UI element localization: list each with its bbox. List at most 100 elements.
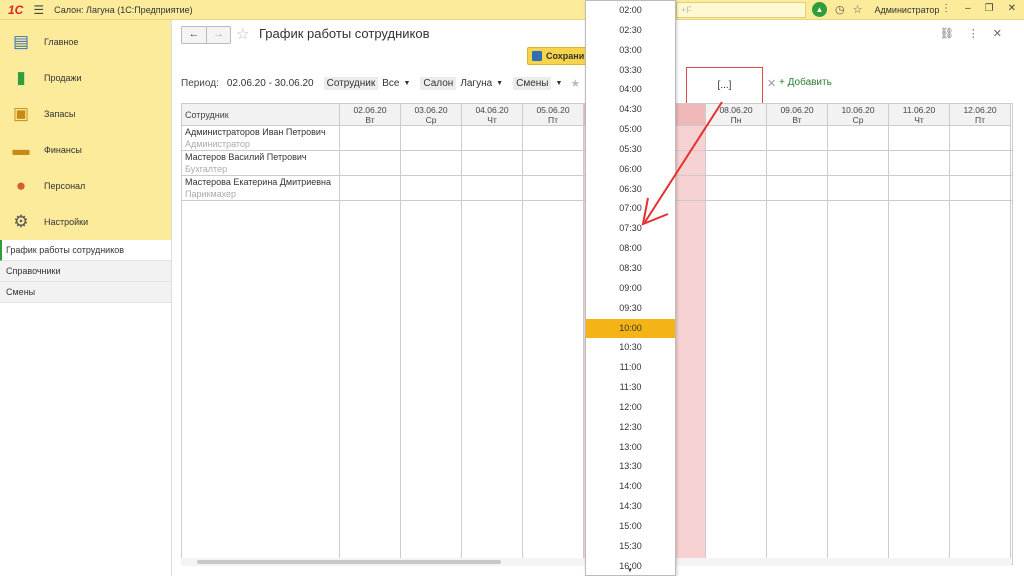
time-option[interactable]: 10:00 <box>586 318 675 339</box>
day-column[interactable]: 03.06.20 Ср <box>401 104 462 564</box>
hamburger-icon[interactable]: ☰ <box>33 3 44 17</box>
section-1[interactable]: ▤ Главное <box>0 24 171 60</box>
time-option[interactable]: 05:30 <box>586 140 675 160</box>
time-option[interactable]: 03:00 <box>586 41 675 61</box>
time-option[interactable]: 13:30 <box>586 457 675 477</box>
time-option[interactable]: 06:30 <box>586 180 675 200</box>
day-header[interactable]: 12.06.20 Пт <box>950 104 1010 126</box>
employee-filter-value[interactable]: Все <box>382 78 399 89</box>
time-option[interactable]: 09:30 <box>586 299 675 319</box>
section-4[interactable]: ▬ Финансы <box>0 132 171 168</box>
day-column[interactable]: 11.06.20 Чт <box>889 104 950 564</box>
time-option[interactable]: 11:00 <box>586 358 675 378</box>
save-button[interactable]: Сохрани <box>527 47 587 65</box>
section-panel: ▤ Главное ▮ Продажи ▣ Запасы ▬ Финансы ● Персонал… <box>0 20 171 240</box>
time-option[interactable]: 07:30 <box>586 219 675 239</box>
day-header[interactable]: 11.06.20 Чт <box>889 104 949 126</box>
time-option[interactable]: 15:30 <box>586 537 675 557</box>
time-option[interactable]: 06:00 <box>586 160 675 180</box>
scrollbar-thumb[interactable] <box>197 560 501 564</box>
day-header[interactable]: 09.06.20 Вт <box>767 104 827 126</box>
day-column[interactable]: 08.06.20 Пн <box>706 104 767 564</box>
day-column[interactable]: 05.06.20 Пт <box>523 104 584 564</box>
time-option[interactable]: 04:00 <box>586 80 675 100</box>
day-weekday: Вт <box>365 115 375 125</box>
time-option[interactable]: 14:30 <box>586 497 675 517</box>
employee-header[interactable]: Сотрудник <box>182 104 340 126</box>
day-column[interactable]: 04.06.20 Чт <box>462 104 523 564</box>
time-option[interactable]: 08:00 <box>586 239 675 259</box>
time-option[interactable]: 05:00 <box>586 120 675 140</box>
time-option[interactable]: 02:00 <box>586 1 675 21</box>
time-option[interactable]: 02:30 <box>586 21 675 41</box>
time-option[interactable]: 12:00 <box>586 398 675 418</box>
time-option[interactable]: 13:00 <box>586 438 675 458</box>
employee-name: Мастерова Екатерина Дмитриевна <box>185 177 332 187</box>
day-header[interactable]: 04.06.20 Чт <box>462 104 522 126</box>
clear-icon[interactable]: ✕ <box>767 77 776 90</box>
day-header[interactable]: 10.06.20 Ср <box>828 104 888 126</box>
section-3[interactable]: ▣ Запасы <box>0 96 171 132</box>
section-label: Финансы <box>44 145 82 155</box>
section-2[interactable]: ▮ Продажи <box>0 60 171 96</box>
day-header[interactable]: 05.06.20 Пт <box>523 104 583 126</box>
notification-icon[interactable]: ▲ <box>812 2 827 17</box>
nav-item[interactable]: Смены <box>0 282 171 303</box>
chevron-down-icon[interactable]: ▼ <box>496 80 503 87</box>
time-option[interactable]: 08:30 <box>586 259 675 279</box>
time-option[interactable]: 04:30 <box>586 100 675 120</box>
more-icon[interactable]: ⋮ <box>968 27 979 40</box>
star-icon[interactable]: ★ <box>570 77 580 90</box>
close-icon[interactable]: ✕ <box>1008 3 1016 14</box>
shift-time-field[interactable]: [...] <box>686 67 763 104</box>
employee-name: Администраторов Иван Петрович <box>185 127 326 137</box>
salon-filter-label: Салон <box>420 77 457 90</box>
chevron-down-icon[interactable]: ▼ <box>555 80 562 87</box>
more-icon[interactable]: ⋮ <box>941 3 951 14</box>
favorite-star-icon[interactable]: ☆ <box>236 25 249 43</box>
day-header[interactable]: 08.06.20 Пн <box>706 104 766 126</box>
time-option[interactable]: 03:30 <box>586 61 675 81</box>
time-option[interactable]: 11:30 <box>586 378 675 398</box>
history-icon[interactable]: ◷ <box>835 3 845 16</box>
employee-row[interactable]: Мастеров Василий Петрович Бухгалтер <box>182 151 339 176</box>
scroll-down-icon[interactable]: ▼ <box>627 568 633 574</box>
time-option[interactable]: 10:30 <box>586 338 675 358</box>
section-6[interactable]: ⚙ Настройки <box>0 204 171 240</box>
row-divider <box>340 175 1012 176</box>
time-option[interactable]: 15:00 <box>586 517 675 537</box>
time-option[interactable]: 14:00 <box>586 477 675 497</box>
user-name[interactable]: Администратор <box>874 5 939 15</box>
nav-item[interactable]: Справочники <box>0 261 171 282</box>
salon-filter-value[interactable]: Лагуна <box>460 78 492 89</box>
employee-row[interactable]: Мастерова Екатерина Дмитриевна Парикмахер <box>182 176 339 201</box>
close-form-icon[interactable]: ✕ <box>993 27 1002 40</box>
day-column[interactable]: 10.06.20 Ср <box>828 104 889 564</box>
sales-chart-icon: ▮ <box>16 68 26 87</box>
time-option[interactable]: 09:00 <box>586 279 675 299</box>
day-header[interactable]: 02.06.20 Вт <box>340 104 400 126</box>
employee-name: Мастеров Василий Петрович <box>185 152 307 162</box>
period-value[interactable]: 02.06.20 - 30.06.20 <box>227 78 314 89</box>
time-dropdown[interactable]: 02:00 02:30 03:00 03:30 04:00 04:30 05:00 05:30… <box>585 0 676 576</box>
forward-button[interactable]: → <box>206 27 230 43</box>
chevron-down-icon[interactable]: ▼ <box>403 80 410 87</box>
back-button[interactable]: ← <box>182 27 206 43</box>
favorites-icon[interactable]: ☆ <box>853 3 863 16</box>
employee-header-cell: Сотрудник <box>182 104 340 126</box>
time-option[interactable]: 12:30 <box>586 418 675 438</box>
section-5[interactable]: ● Персонал <box>0 168 171 204</box>
nav-item[interactable]: График работы сотрудников <box>0 240 171 261</box>
minimize-icon[interactable]: – <box>965 3 971 14</box>
link-icon[interactable]: ⛓ <box>940 27 954 40</box>
maximize-icon[interactable]: ❐ <box>985 3 994 14</box>
time-option[interactable]: 07:00 <box>586 199 675 219</box>
add-button[interactable]: + Добавить <box>779 77 832 88</box>
day-header[interactable]: 03.06.20 Ср <box>401 104 461 126</box>
disk-icon <box>532 51 542 61</box>
day-column[interactable]: 09.06.20 Вт <box>767 104 828 564</box>
day-column[interactable]: 12.06.20 Пт <box>950 104 1011 564</box>
search-input[interactable]: +F <box>676 2 806 18</box>
employee-row[interactable]: Администраторов Иван Петрович Администрат… <box>182 126 339 151</box>
day-column[interactable]: 02.06.20 Вт <box>340 104 401 564</box>
